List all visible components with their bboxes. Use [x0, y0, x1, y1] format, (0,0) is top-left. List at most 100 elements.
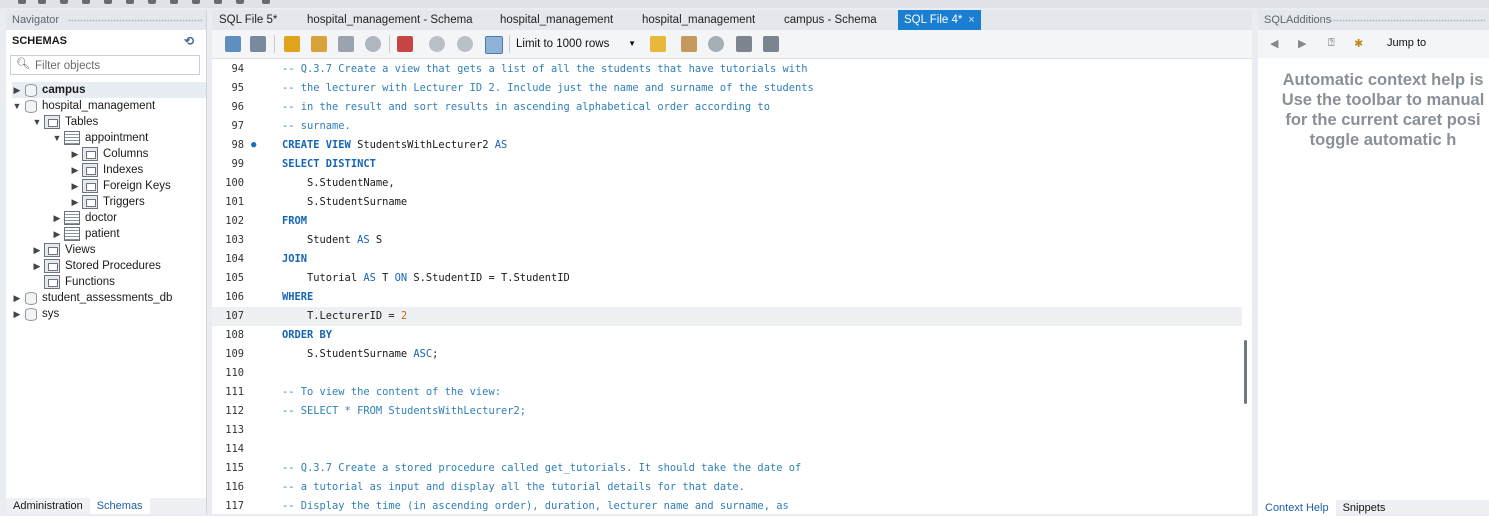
help-line: Use the toolbar to manual: [1281, 91, 1485, 109]
jump-to-select[interactable]: Jump to: [1387, 37, 1426, 49]
code-line[interactable]: 114: [212, 440, 1242, 459]
open-folder-icon[interactable]: [225, 36, 241, 52]
expand-arrow-icon[interactable]: ▶: [70, 146, 80, 162]
expand-arrow-icon[interactable]: ▶: [70, 194, 80, 210]
code-line[interactable]: 109 S.StudentSurname ASC;: [212, 345, 1242, 364]
code-line[interactable]: 100 S.StudentName,: [212, 174, 1242, 193]
tree-item-functions[interactable]: Functions: [32, 274, 115, 290]
code-line[interactable]: 107 T.LecturerID = 2: [212, 307, 1242, 326]
code-line[interactable]: 101 S.StudentSurname: [212, 193, 1242, 212]
expand-arrow-icon[interactable]: ▶: [32, 258, 42, 274]
tree-item-student-assessments-db[interactable]: ▶ student_assessments_db: [12, 290, 172, 306]
code-line[interactable]: 102 FROM: [212, 212, 1242, 231]
stop-icon[interactable]: [365, 36, 381, 52]
code-line[interactable]: 105 Tutorial AS T ON S.StudentID = T.Stu…: [212, 269, 1242, 288]
filter-box[interactable]: 🔍︎: [10, 55, 200, 75]
database-icon: [25, 307, 37, 321]
wrap-lines-icon[interactable]: [763, 36, 779, 52]
beautify-icon[interactable]: [681, 36, 697, 52]
code-line[interactable]: 98 ● CREATE VIEW StudentsWithLecturer2 AS: [212, 136, 1242, 155]
find-icon[interactable]: [708, 36, 724, 52]
code-line[interactable]: 104 JOIN: [212, 250, 1242, 269]
expand-arrow-icon[interactable]: ▶: [12, 290, 22, 306]
manual-help-icon[interactable]: ⍰: [1328, 37, 1335, 50]
code-line[interactable]: 115 -- Q.3.7 Create a stored procedure ca…: [212, 459, 1242, 478]
tree-item-tables[interactable]: ▼ Tables: [32, 114, 98, 130]
tree-item-sys[interactable]: ▶ sys: [12, 306, 59, 322]
code-text: Student AS S: [282, 234, 383, 246]
line-number: 102: [225, 215, 244, 227]
code-line[interactable]: 103 Student AS S: [212, 231, 1242, 250]
code-line[interactable]: 99 SELECT DISTINCT: [212, 155, 1242, 174]
tab-hospital-management-2[interactable]: hospital_management: [642, 10, 755, 30]
tab-sql-file-5[interactable]: SQL File 5*: [219, 10, 277, 30]
tab-schemas[interactable]: Schemas: [89, 498, 150, 514]
expand-arrow-icon[interactable]: ▶: [32, 242, 42, 258]
code-line[interactable]: 94 -- Q.3.7 Create a view that gets a lis…: [212, 60, 1242, 79]
tree-item-campus[interactable]: ▶ campus: [12, 82, 206, 98]
tree-item-appointment[interactable]: ▼ appointment: [52, 130, 148, 146]
tree-item-patient[interactable]: ▶ patient: [52, 226, 120, 242]
tab-hospital-management-schema[interactable]: hospital_management - Schema: [307, 10, 473, 30]
back-icon[interactable]: ◀: [1270, 37, 1278, 50]
explain-icon[interactable]: [338, 36, 354, 52]
code-line[interactable]: 112 -- SELECT * FROM StudentsWithLecturer…: [212, 402, 1242, 421]
autocommit-icon[interactable]: [485, 36, 503, 54]
filter-objects-input[interactable]: [33, 57, 197, 74]
tree-item-triggers[interactable]: ▶ Triggers: [70, 194, 145, 210]
tree-label: Indexes: [103, 164, 144, 176]
vertical-scrollbar[interactable]: [1244, 340, 1247, 404]
add-snippet-icon[interactable]: [650, 36, 666, 52]
schemas-header: SCHEMAS ⟲: [6, 30, 206, 52]
line-number: 114: [225, 443, 244, 455]
code-line[interactable]: 116 -- a tutorial as input and display al…: [212, 478, 1242, 497]
expand-arrow-icon[interactable]: ▶: [70, 162, 80, 178]
refresh-icon[interactable]: ⟲: [184, 30, 194, 52]
forward-icon[interactable]: ▶: [1298, 37, 1306, 50]
code-line[interactable]: 95 -- the lecturer with Lecturer ID 2. In…: [212, 79, 1242, 98]
line-number: 110: [225, 367, 244, 379]
invisible-chars-icon[interactable]: [736, 36, 752, 52]
expand-arrow-icon[interactable]: ▶: [52, 226, 62, 242]
code-line[interactable]: 97 -- surname.: [212, 117, 1242, 136]
tree-item-stored-procedures[interactable]: ▶ Stored Procedures: [32, 258, 161, 274]
expand-arrow-icon[interactable]: ▶: [12, 306, 22, 322]
tree-item-hospital-management[interactable]: ▼ hospital_management: [12, 98, 155, 114]
code-line[interactable]: 117 -- Display the time (in ascending ord…: [212, 497, 1242, 514]
collapse-arrow-icon[interactable]: ▼: [12, 98, 22, 114]
tab-hospital-management-1[interactable]: hospital_management: [500, 10, 613, 30]
expand-arrow-icon[interactable]: ▶: [12, 82, 22, 98]
code-line[interactable]: 110: [212, 364, 1242, 383]
editor-area: SQL File 5* hospital_management - Schema…: [212, 10, 1252, 514]
code-line[interactable]: 108 ORDER BY: [212, 326, 1242, 345]
execute-current-icon[interactable]: [311, 36, 327, 52]
help-line: toggle automatic h: [1309, 131, 1457, 149]
toggle-error-icon[interactable]: [397, 36, 413, 52]
expand-arrow-icon[interactable]: ▶: [52, 210, 62, 226]
limit-rows-select[interactable]: Limit to 1000 rows ▼: [516, 36, 636, 52]
execute-icon[interactable]: [284, 36, 300, 52]
code-text: T.LecturerID = 2: [282, 310, 408, 322]
tab-campus-schema[interactable]: campus - Schema: [784, 10, 877, 30]
tab-administration[interactable]: Administration: [6, 498, 90, 514]
tree-item-foreign-keys[interactable]: ▶ Foreign Keys: [70, 178, 171, 194]
tree-item-doctor[interactable]: ▶ doctor: [52, 210, 117, 226]
collapse-arrow-icon[interactable]: ▼: [52, 130, 62, 146]
tree-item-indexes[interactable]: ▶ Indexes: [70, 162, 143, 178]
tab-sql-file-4[interactable]: SQL File 4* ×: [898, 10, 981, 30]
close-tab-icon[interactable]: ×: [968, 14, 974, 26]
tree-item-views[interactable]: ▶ Views: [32, 242, 95, 258]
code-line[interactable]: 96 -- in the result and sort results in a…: [212, 98, 1242, 117]
code-line[interactable]: 111 -- To view the content of the view:: [212, 383, 1242, 402]
save-icon[interactable]: [250, 36, 266, 52]
tree-item-columns[interactable]: ▶ Columns: [70, 146, 148, 162]
collapse-arrow-icon[interactable]: ▼: [32, 114, 42, 130]
auto-help-icon[interactable]: ✱: [1354, 37, 1363, 50]
indexes-folder-icon: [82, 163, 98, 177]
rollback-icon[interactable]: [457, 36, 473, 52]
expand-arrow-icon[interactable]: ▶: [70, 178, 80, 194]
commit-icon[interactable]: [429, 36, 445, 52]
code-line[interactable]: 106 WHERE: [212, 288, 1242, 307]
code-line[interactable]: 113: [212, 421, 1242, 440]
sql-editor[interactable]: 94 -- Q.3.7 Create a view that gets a lis…: [212, 60, 1242, 514]
